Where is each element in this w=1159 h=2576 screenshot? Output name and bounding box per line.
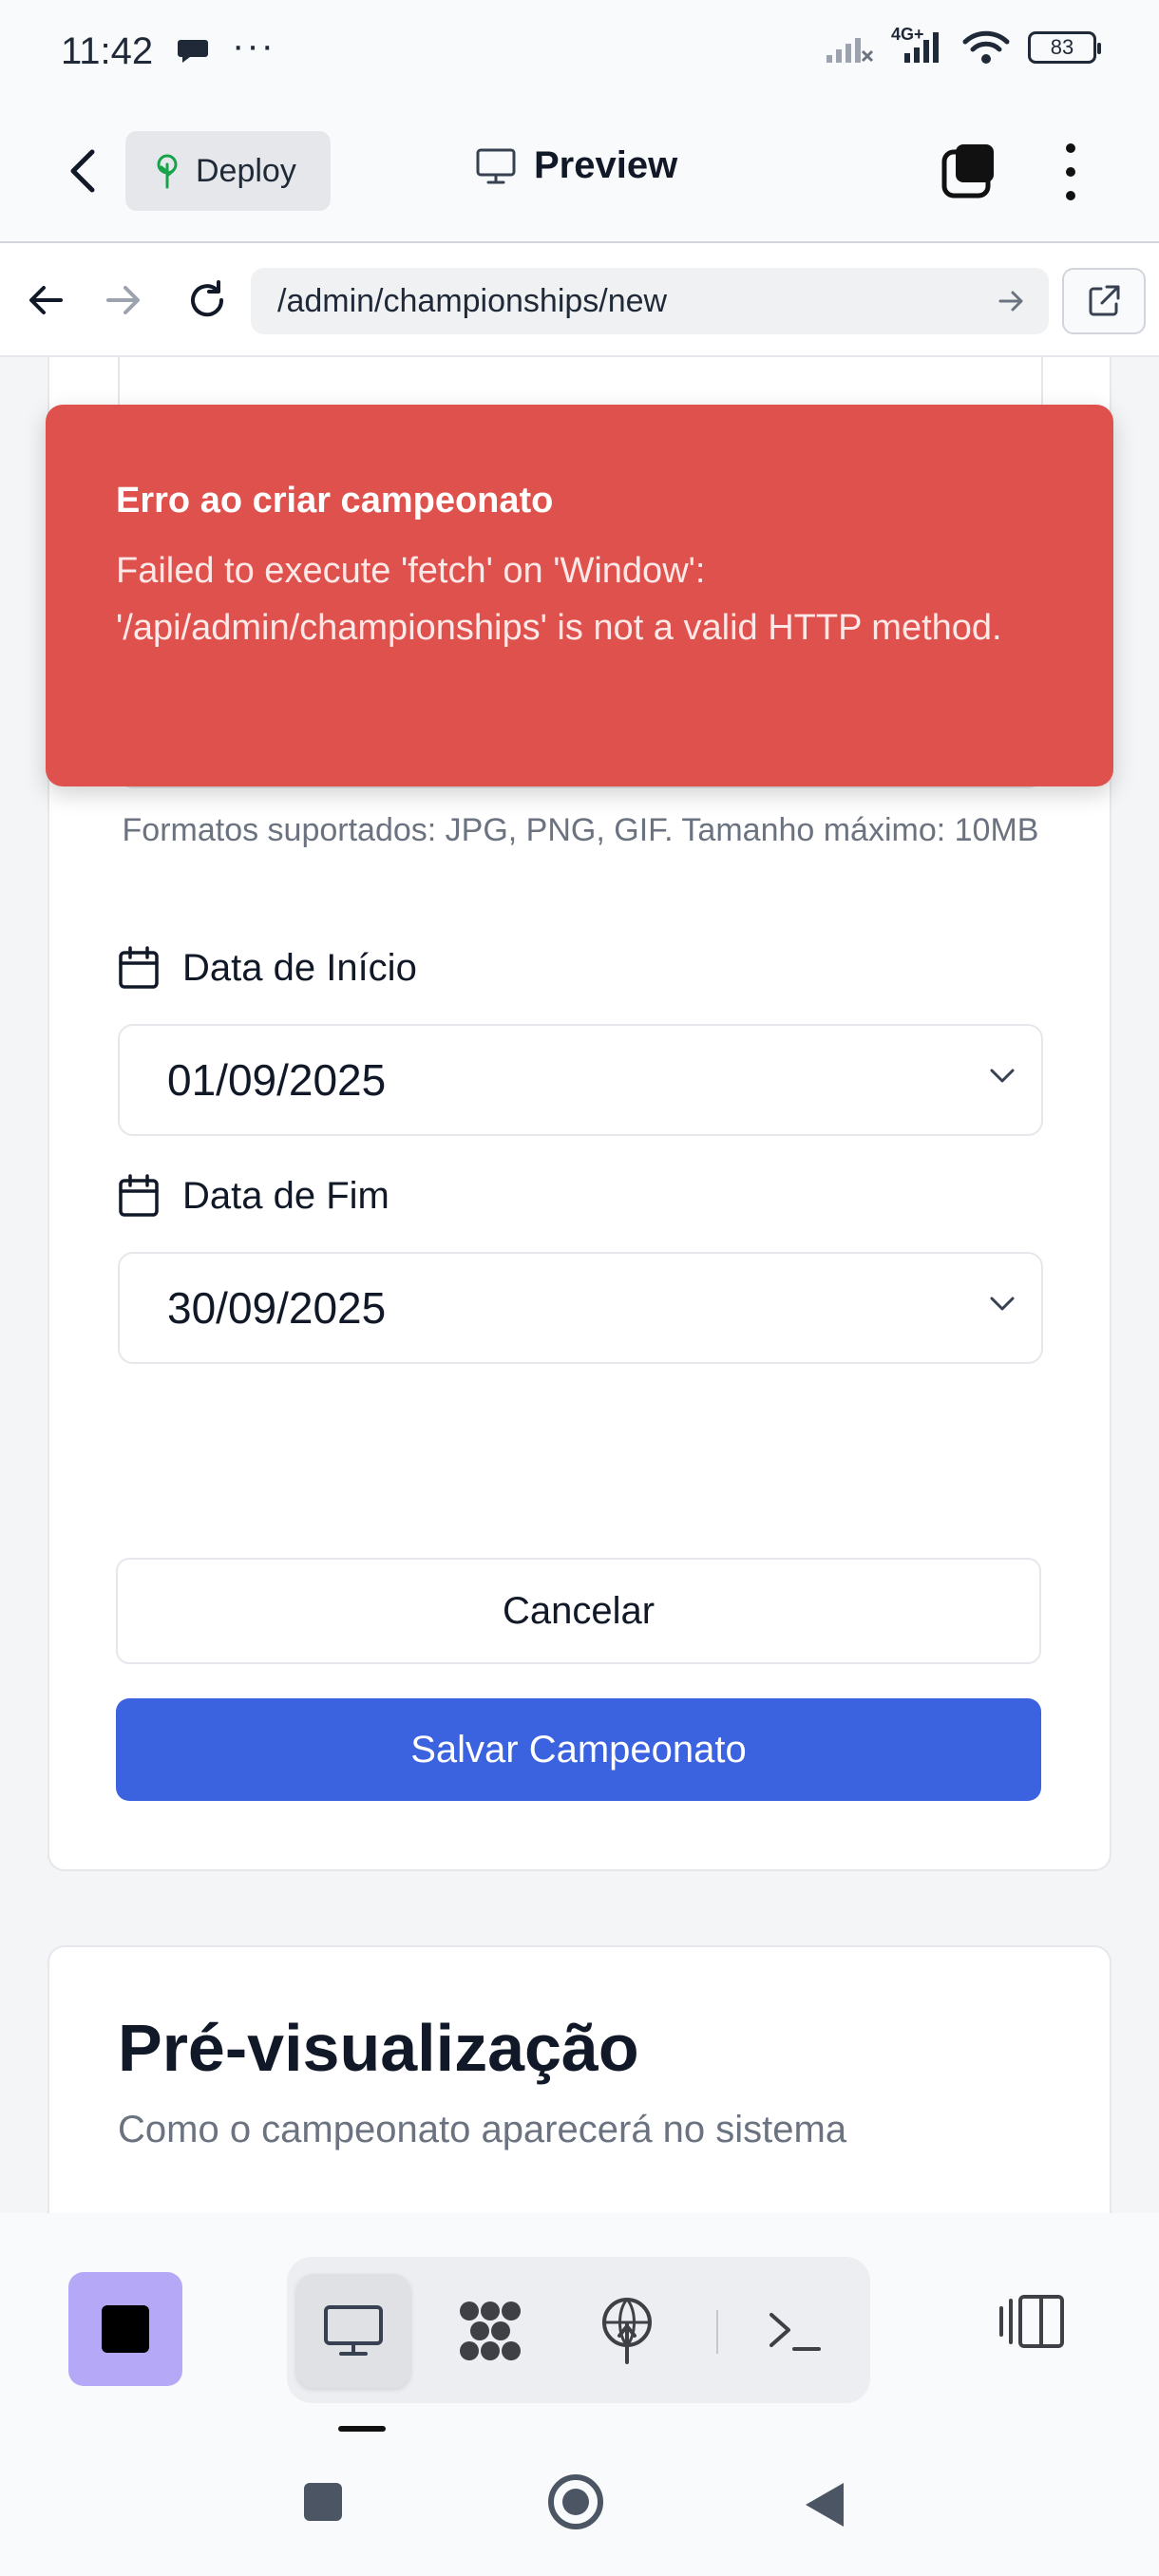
globe-icon: [602, 2298, 652, 2364]
back-button[interactable]: [57, 141, 106, 201]
more-vertical-icon[interactable]: [1056, 139, 1085, 205]
start-date-label-text: Data de Início: [182, 946, 417, 989]
chevron-down-icon: [990, 1069, 1015, 1083]
deploy-label: Deploy: [196, 152, 296, 189]
arrow-left-icon: [29, 286, 63, 314]
preview-card-title: Pré-visualização: [118, 2011, 639, 2085]
calendar-icon: [119, 946, 159, 989]
monitor-icon: [324, 2305, 383, 2356]
start-date-label: Data de Início: [118, 946, 417, 990]
status-time: 11:42: [61, 30, 154, 72]
end-date-label: Data de Fim: [118, 1174, 390, 1218]
url-text: /admin/championships/new: [277, 282, 668, 319]
system-back-icon[interactable]: [804, 2481, 846, 2529]
network-icon: [460, 2301, 521, 2360]
open-external-button[interactable]: [1062, 268, 1146, 334]
status-icons: 4G+ 83: [825, 25, 1101, 66]
view-network-button[interactable]: [433, 2274, 547, 2388]
preview-title: Preview: [534, 144, 678, 186]
chevron-down-icon: [990, 1297, 1015, 1311]
toolbar-divider: [716, 2310, 718, 2354]
upload-note: Formatos suportados: JPG, PNG, GIF. Tama…: [122, 812, 1039, 848]
preview-tab[interactable]: Preview: [475, 144, 677, 187]
stop-icon: [102, 2305, 149, 2353]
external-link-icon: [1089, 285, 1120, 316]
deploy-tree-icon: [157, 154, 178, 189]
go-arrow-icon[interactable]: [998, 287, 1026, 315]
status-more-dots: ···: [232, 25, 276, 66]
back-icon: [70, 149, 95, 193]
battery-icon: 83: [1028, 31, 1101, 64]
chat-bubble-icon: [178, 40, 208, 63]
recents-icon[interactable]: [302, 2481, 344, 2523]
browser-back-button[interactable]: [19, 274, 72, 327]
stop-button[interactable]: [68, 2272, 182, 2386]
preview-card: Pré-visualização Como o campeonato apare…: [48, 1945, 1112, 2213]
status-bar: 11:42 ··· 4G+ 83: [0, 0, 1159, 104]
start-date-value: 01/09/2025: [167, 1055, 387, 1105]
start-date-input[interactable]: 01/09/2025: [118, 1024, 1043, 1136]
view-terminal-button[interactable]: [737, 2274, 851, 2388]
app-header: Deploy Preview: [0, 104, 1159, 243]
browser-forward-button[interactable]: [97, 274, 150, 327]
home-icon[interactable]: [545, 2472, 606, 2532]
preview-card-subtitle: Como o campeonato aparecerá no sistema: [118, 2109, 847, 2150]
reload-icon: [191, 280, 224, 317]
end-date-value: 30/09/2025: [167, 1283, 387, 1333]
signal-weak-icon: [826, 38, 874, 63]
active-view-indicator: [338, 2426, 386, 2432]
browser-toolbar: /admin/championships/new: [0, 243, 1159, 357]
tabs-icon[interactable]: [940, 142, 998, 199]
url-input[interactable]: /admin/championships/new: [251, 268, 1049, 334]
toast-title: Erro ao criar campeonato: [116, 481, 554, 521]
view-deploy-button[interactable]: [570, 2274, 684, 2388]
signal-4g-icon: 4G+: [891, 25, 944, 66]
reload-button[interactable]: [180, 274, 234, 327]
toast-message: Failed to execute 'fetch' on 'Window': '…: [116, 551, 1002, 648]
battery-level: 83: [1050, 35, 1074, 59]
save-championship-button[interactable]: Salvar Campeonato: [116, 1698, 1041, 1801]
bottom-toolbar: [0, 2213, 1159, 2576]
panel-icon[interactable]: [998, 2293, 1068, 2350]
monitor-icon: [476, 148, 516, 183]
arrow-right-icon: [106, 286, 140, 314]
view-preview-button[interactable]: [296, 2274, 410, 2388]
calendar-icon: [119, 1174, 159, 1217]
deploy-button[interactable]: Deploy: [125, 131, 331, 211]
error-toast[interactable]: Erro ao criar campeonato Failed to execu…: [46, 405, 1113, 786]
view-switcher: [287, 2257, 870, 2403]
cancel-button[interactable]: Cancelar: [116, 1558, 1041, 1664]
end-date-label-text: Data de Fim: [182, 1174, 390, 1217]
end-date-input[interactable]: 30/09/2025: [118, 1252, 1043, 1364]
terminal-icon: [770, 2313, 821, 2351]
wifi-icon: [962, 30, 1010, 64]
